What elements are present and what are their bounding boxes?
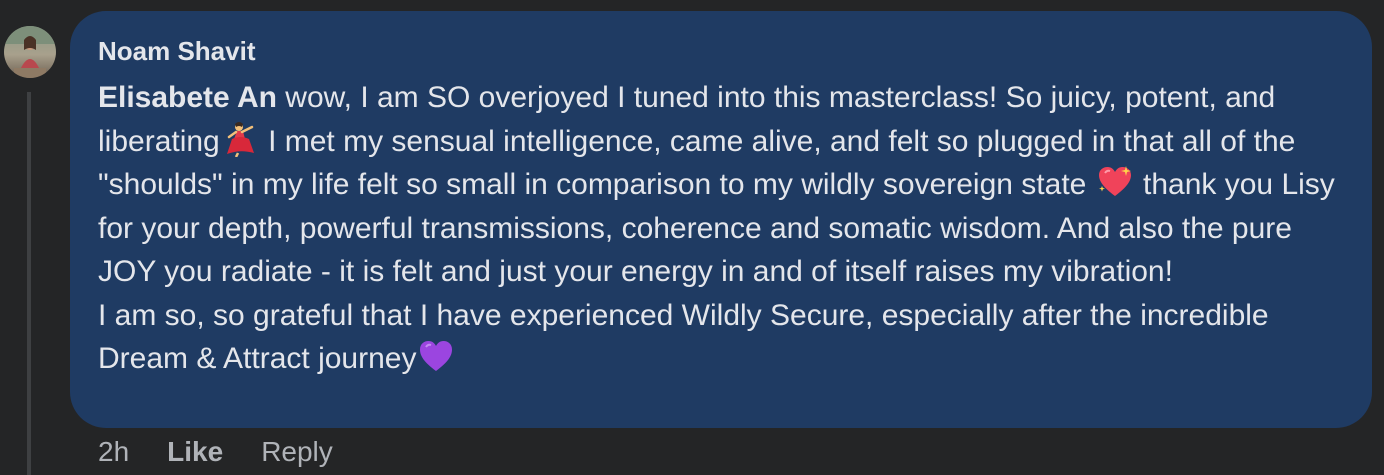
- thread-line: [27, 92, 31, 475]
- dancer-emoji: [226, 121, 254, 157]
- comment-text-part4: I am so, so grateful that I have experie…: [98, 298, 1269, 376]
- sparkling-heart-emoji: [1098, 166, 1131, 196]
- mentioned-user[interactable]: Elisabete An: [98, 81, 277, 114]
- comment-actions: 2h Like Reply: [98, 432, 333, 472]
- purple-heart-emoji: [420, 341, 453, 371]
- comment-timestamp[interactable]: 2h: [98, 436, 129, 468]
- comment-thread: Noam Shavit Elisabete An wow, I am SO ov…: [0, 0, 1384, 475]
- like-button[interactable]: Like: [167, 436, 223, 468]
- avatar[interactable]: [4, 26, 56, 78]
- comment-author[interactable]: Noam Shavit: [98, 34, 1348, 68]
- comment-body: Elisabete An wow, I am SO overjoyed I tu…: [98, 76, 1348, 381]
- comment-bubble: Noam Shavit Elisabete An wow, I am SO ov…: [70, 11, 1372, 428]
- reply-button[interactable]: Reply: [261, 436, 333, 468]
